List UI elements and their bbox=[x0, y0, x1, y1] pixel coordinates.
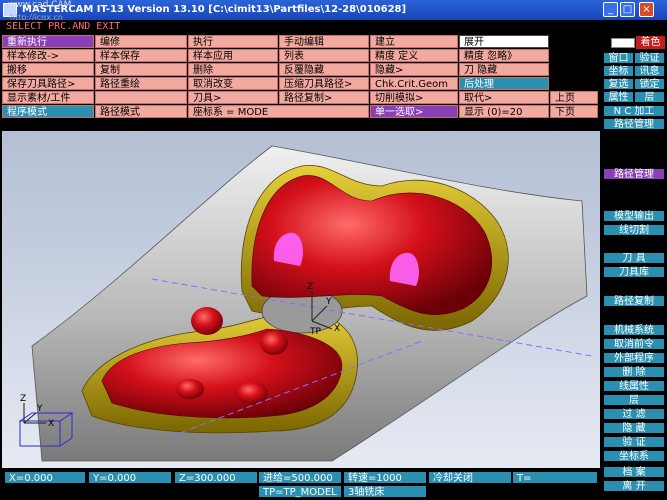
rp-verify[interactable]: 验证 bbox=[634, 52, 665, 64]
status-tp: TP=TP_MODEL bbox=[258, 485, 342, 498]
menu-create[interactable]: 建立 bbox=[370, 35, 458, 48]
status-z: Z=300.000 bbox=[174, 471, 258, 484]
status-x: X=0.000 bbox=[4, 471, 86, 484]
rp-delete[interactable]: 删 除 bbox=[603, 366, 665, 378]
bump-1 bbox=[191, 307, 223, 335]
color-swatch[interactable] bbox=[611, 38, 635, 48]
status-tool: T= bbox=[512, 471, 598, 484]
rp-filter[interactable]: 过 滤 bbox=[603, 408, 665, 420]
prompt-line: SELECT PRC.AND EXIT bbox=[0, 20, 600, 33]
menu-copy[interactable]: 复制 bbox=[95, 63, 187, 76]
bump-4 bbox=[236, 382, 268, 404]
rp-path-manager-top[interactable]: 路径管理 bbox=[603, 118, 665, 130]
menu-program-mode[interactable]: 程序模式 bbox=[2, 105, 94, 118]
rp-layer-top[interactable]: 层 bbox=[634, 91, 665, 103]
menu-save-toolpath[interactable]: 保存刀具路径> bbox=[2, 77, 94, 90]
minimize-button[interactable]: _ bbox=[603, 2, 618, 17]
rp-path-manager[interactable]: 路径管理 bbox=[603, 168, 665, 180]
rp-nc-machining[interactable]: N C 加工 bbox=[603, 105, 665, 117]
menu-replace[interactable]: 取代> bbox=[459, 91, 549, 104]
menu-template-save[interactable]: 样本保存 bbox=[95, 49, 187, 62]
menu-run[interactable]: 执行 bbox=[188, 35, 278, 48]
rp-line-attribute[interactable]: 线属性 bbox=[603, 380, 665, 392]
menu-precision-define[interactable]: 精度 定义 bbox=[370, 49, 458, 62]
tp-axis-y-label: Y bbox=[325, 297, 332, 307]
title-bar: www.cad CAM MASTERCAM IT-13 Version 13.1… bbox=[0, 0, 667, 22]
rp-layer[interactable]: 层 bbox=[603, 394, 665, 406]
rp-lock[interactable]: 锁定 bbox=[634, 78, 665, 90]
rp-info[interactable]: 讯息 bbox=[634, 65, 665, 77]
status-coolant: 冷却关闭 bbox=[428, 471, 512, 484]
menu-page-down[interactable]: 下页 bbox=[550, 105, 598, 118]
rp-exit[interactable]: 离 开 bbox=[603, 480, 665, 492]
close-button[interactable]: × bbox=[639, 2, 654, 17]
menu-post-process[interactable]: 后处理 bbox=[459, 77, 549, 90]
rp-verify-bottom[interactable]: 验 证 bbox=[603, 436, 665, 448]
menu-list[interactable]: 列表 bbox=[279, 49, 369, 62]
menu-undo-change[interactable]: 取消改变 bbox=[188, 77, 278, 90]
menu-path-redraw[interactable]: 路径重绘 bbox=[95, 77, 187, 90]
rp-coord[interactable]: 坐标 bbox=[603, 65, 634, 77]
rp-window[interactable]: 窗口 bbox=[603, 52, 634, 64]
menu-coord-system[interactable]: 座标系 = MODE bbox=[188, 105, 369, 118]
rp-undo-last[interactable]: 取消前令 bbox=[603, 338, 665, 350]
rp-external-program[interactable]: 外部程序 bbox=[603, 352, 665, 364]
rp-wire-cut[interactable]: 线切割 bbox=[603, 224, 665, 236]
bump-2 bbox=[260, 331, 288, 355]
menu-precision-ignore[interactable]: 精度 忽略》 bbox=[459, 49, 549, 62]
rp-tool-library[interactable]: 刀具库 bbox=[603, 266, 665, 278]
window-title: MASTERCAM IT-13 Version 13.10 [C:\cimit1… bbox=[22, 4, 407, 15]
menu-expand-input[interactable]: 展开 bbox=[459, 35, 549, 48]
rp-model-output[interactable]: 模型输出 bbox=[603, 210, 665, 222]
status-feed: 进给=500.000 bbox=[258, 471, 342, 484]
status-speed: 转速=1000 bbox=[343, 471, 427, 484]
shading-button[interactable]: 着色 bbox=[636, 36, 665, 49]
rp-machine-system[interactable]: 机械系统 bbox=[603, 324, 665, 336]
menu-path-mode[interactable]: 路径模式 bbox=[95, 105, 187, 118]
rp-coord-system[interactable]: 坐标系 bbox=[603, 450, 665, 462]
world-axis-x-label: X bbox=[48, 419, 54, 429]
menu-show-stock[interactable]: 显示素材/工件 bbox=[2, 91, 94, 104]
status-machine: 3轴铣床 bbox=[343, 485, 427, 498]
status-y: Y=0.000 bbox=[88, 471, 172, 484]
maximize-button[interactable]: □ bbox=[620, 2, 635, 17]
menu-cut-simulation[interactable]: 切削模拟> bbox=[370, 91, 458, 104]
menu-display-count[interactable]: 显示 (0)=20 bbox=[459, 105, 549, 118]
menu-move[interactable]: 搬移 bbox=[2, 63, 94, 76]
menu-compress-toolpath[interactable]: 压缩刀具路径> bbox=[279, 77, 369, 90]
menu-single-select[interactable]: 单一选取> bbox=[370, 105, 458, 118]
world-axis-z-label: Z bbox=[20, 394, 26, 404]
menu-repeat-hide[interactable]: 反覆隐藏 bbox=[279, 63, 369, 76]
rp-multi-select[interactable]: 复选 bbox=[603, 78, 634, 90]
menu-template-apply[interactable]: 样本应用 bbox=[188, 49, 278, 62]
rp-path-copy[interactable]: 路径复制 bbox=[603, 295, 665, 307]
rp-file[interactable]: 档 案 bbox=[603, 466, 665, 478]
menu-delete[interactable]: 删除 bbox=[188, 63, 278, 76]
tp-label: TP bbox=[309, 327, 321, 337]
rp-tool[interactable]: 刀 具 bbox=[603, 252, 665, 264]
rp-hide[interactable]: 隐 藏 bbox=[603, 422, 665, 434]
menu-edit[interactable]: 编修 bbox=[95, 35, 187, 48]
world-axis-y-label: Y bbox=[36, 404, 43, 414]
menu-hide[interactable]: 隐藏> bbox=[370, 63, 458, 76]
menu-tool-hide[interactable]: 刀 隐藏 bbox=[459, 63, 549, 76]
menu-path-copy[interactable]: 路径复制> bbox=[279, 91, 369, 104]
menu-regen[interactable]: 重新执行 bbox=[2, 35, 94, 48]
menu-check-geom[interactable]: Chk.Crit.Geom bbox=[370, 77, 458, 90]
status-bar: X=0.000 Y=0.000 Z=300.000 进给=500.000 转速=… bbox=[0, 470, 600, 500]
graphics-viewport[interactable]: TP Z Y X Z Y X bbox=[2, 131, 600, 468]
menu-page-up[interactable]: 上页 bbox=[550, 91, 598, 104]
rp-attribute[interactable]: 属性 bbox=[603, 91, 634, 103]
menu-empty-5-1 bbox=[95, 91, 187, 104]
right-panel: 着色 窗口 验证 坐标 讯息 复选 锁定 属性 层 N C 加工 路径管理 路径… bbox=[603, 34, 667, 500]
main-menu: 重新执行 编修 执行 手动编辑 建立 展开 样本修改-> 样本保存 样本应用 列… bbox=[0, 34, 600, 121]
menu-tool[interactable]: 刀具> bbox=[188, 91, 278, 104]
tp-axis-z-label: Z bbox=[307, 282, 313, 292]
tp-axis-x-label: X bbox=[334, 324, 340, 334]
bump-3 bbox=[176, 379, 204, 399]
menu-template-modify[interactable]: 样本修改-> bbox=[2, 49, 94, 62]
model-view: TP Z Y X Z Y X bbox=[18, 145, 593, 462]
menu-manual-edit[interactable]: 手动编辑 bbox=[279, 35, 369, 48]
